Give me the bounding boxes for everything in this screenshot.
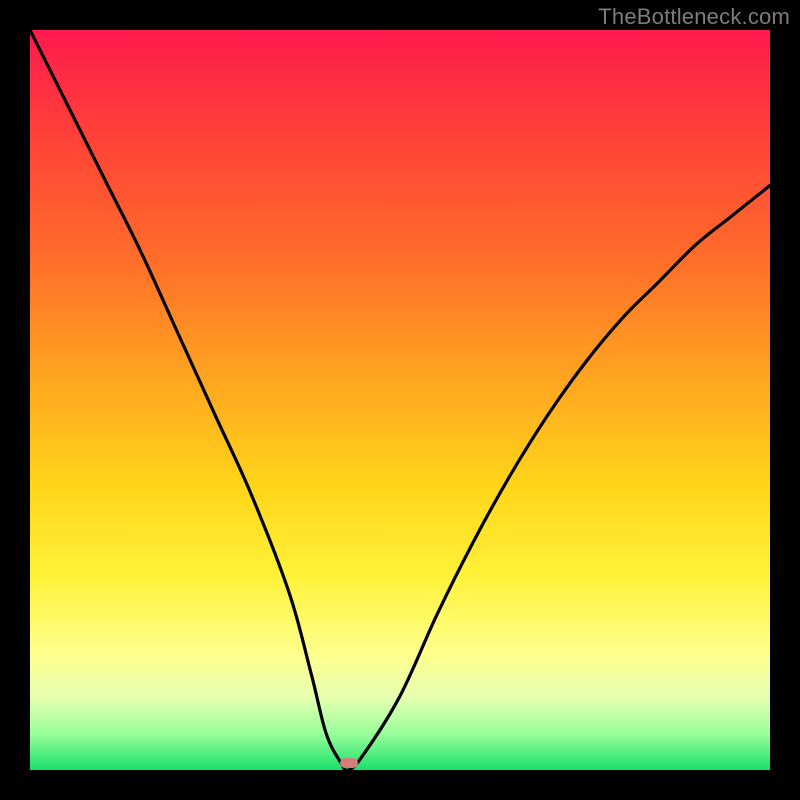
plot-area — [30, 30, 770, 770]
bottom-border — [30, 770, 770, 800]
chart-frame: TheBottleneck.com — [0, 0, 800, 800]
optimum-marker — [340, 758, 358, 768]
watermark-text: TheBottleneck.com — [598, 4, 790, 30]
bottleneck-curve — [30, 30, 770, 770]
